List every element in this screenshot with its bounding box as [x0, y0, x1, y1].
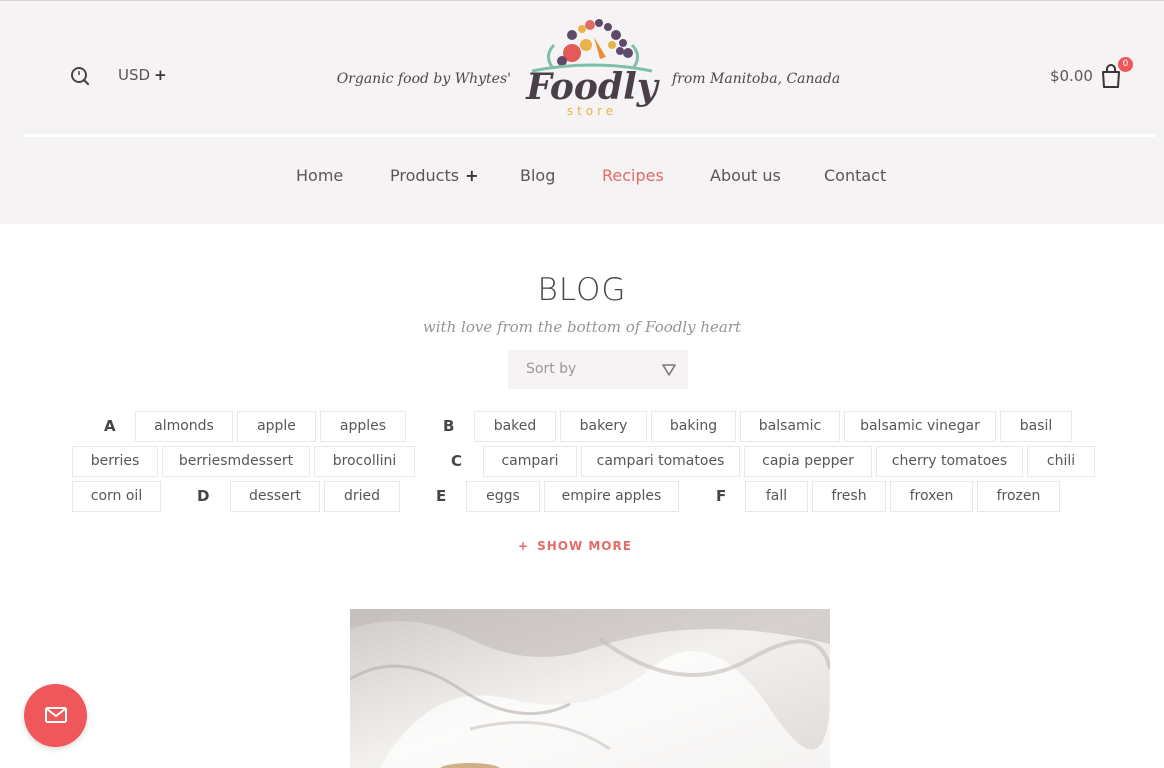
- currency-plus-icon: +: [154, 66, 167, 84]
- nav-label: Recipes: [602, 166, 664, 185]
- tag-apples[interactable]: apples: [320, 411, 406, 442]
- sort-by-placeholder: Sort by: [526, 361, 577, 377]
- tagline-left: Organic food by Whytes': [336, 71, 511, 87]
- nav-label: Contact: [824, 166, 887, 185]
- tagline-right: from Manitoba, Canada: [672, 71, 841, 87]
- site-logo[interactable]: Foodly store: [524, 15, 660, 119]
- tag-almonds[interactable]: almonds: [135, 411, 233, 442]
- tag-empire-apples[interactable]: empire apples: [544, 481, 679, 512]
- tag-berriesmdessert[interactable]: berriesmdessert: [162, 446, 310, 477]
- tag-apple[interactable]: apple: [237, 411, 316, 442]
- page-subtitle: with love from the bottom of Foodly hear…: [422, 318, 742, 336]
- nav-label: About us: [710, 166, 781, 185]
- tag-balsamic[interactable]: balsamic: [740, 411, 840, 442]
- page-title: BLOG: [537, 272, 627, 308]
- sort-by-select[interactable]: Sort by: [508, 350, 688, 389]
- nav-label: Blog: [520, 166, 556, 185]
- tag-letter-d: D: [197, 487, 210, 505]
- tag-chili[interactable]: chili: [1027, 446, 1095, 477]
- tag-eggs[interactable]: eggs: [466, 481, 540, 512]
- show-more-label: SHOW MORE: [537, 539, 632, 553]
- tag-baking[interactable]: baking: [651, 411, 736, 442]
- nav-label: Products: [390, 166, 460, 185]
- tag-campari-tomatoes[interactable]: campari tomatoes: [581, 446, 740, 477]
- nav-label: Home: [296, 166, 344, 185]
- svg-text:store: store: [567, 104, 617, 118]
- search-button[interactable]: [68, 64, 92, 88]
- tag-capia-pepper[interactable]: capia pepper: [744, 446, 872, 477]
- tag-dessert[interactable]: dessert: [230, 481, 320, 512]
- tag-letter-a: A: [104, 417, 116, 435]
- search-icon: [71, 67, 90, 86]
- nav-item-products[interactable]: Products +: [390, 166, 479, 185]
- nav-item-blog[interactable]: Blog: [520, 166, 555, 185]
- tag-letter-e: E: [436, 487, 447, 505]
- tag-letter-c: C: [451, 452, 463, 470]
- tag-bakery[interactable]: bakery: [560, 411, 647, 442]
- tag-campari[interactable]: campari: [483, 446, 577, 477]
- tag-corn-oil[interactable]: corn oil: [72, 481, 161, 512]
- nav-item-recipes[interactable]: Recipes: [602, 166, 664, 185]
- currency-selector[interactable]: USD +: [118, 66, 167, 84]
- tag-fresh[interactable]: fresh: [812, 481, 886, 512]
- show-more-button[interactable]: + SHOW MORE: [518, 539, 632, 553]
- dropdown-triangle-icon: [662, 364, 676, 376]
- tag-cherry-tomatoes[interactable]: cherry tomatoes: [876, 446, 1023, 477]
- nav-item-home[interactable]: Home: [296, 166, 343, 185]
- tag-frozen[interactable]: frozen: [977, 481, 1060, 512]
- plus-icon: +: [518, 539, 530, 553]
- nav-item-contact[interactable]: Contact: [824, 166, 886, 185]
- cart-total[interactable]: $0.00: [1050, 67, 1093, 85]
- currency-label: USD: [118, 66, 151, 84]
- tag-balsamic-vinegar[interactable]: balsamic vinegar: [844, 411, 996, 442]
- tag-letter-b: B: [443, 417, 455, 435]
- tag-froxen[interactable]: froxen: [890, 481, 973, 512]
- tag-berries[interactable]: berries: [72, 446, 158, 477]
- header-divider: [24, 134, 1155, 137]
- tag-brocollini[interactable]: brocollini: [314, 446, 415, 477]
- foodly-logo-icon: Foodly store: [525, 19, 660, 118]
- svg-text:Foodly: Foodly: [525, 66, 659, 108]
- cart-count-badge: 0: [1118, 57, 1133, 72]
- tag-basil[interactable]: basil: [1000, 411, 1072, 442]
- tag-baked[interactable]: baked: [474, 411, 556, 442]
- food-photo-image: [350, 609, 830, 768]
- expand-plus-icon: +: [465, 166, 479, 185]
- nav-item-about-us[interactable]: About us: [710, 166, 781, 185]
- mail-icon: [45, 707, 67, 723]
- main-nav: Home Products + Blog Recipes About us Con…: [0, 166, 1164, 190]
- tag-letter-f: F: [716, 487, 727, 505]
- blog-post-image[interactable]: [350, 609, 830, 768]
- newsletter-button[interactable]: [24, 684, 87, 747]
- tag-dried[interactable]: dried: [324, 481, 400, 512]
- tag-fall[interactable]: fall: [745, 481, 808, 512]
- site-header: USD + Organic food by Whytes' Foodly stor…: [0, 0, 1164, 224]
